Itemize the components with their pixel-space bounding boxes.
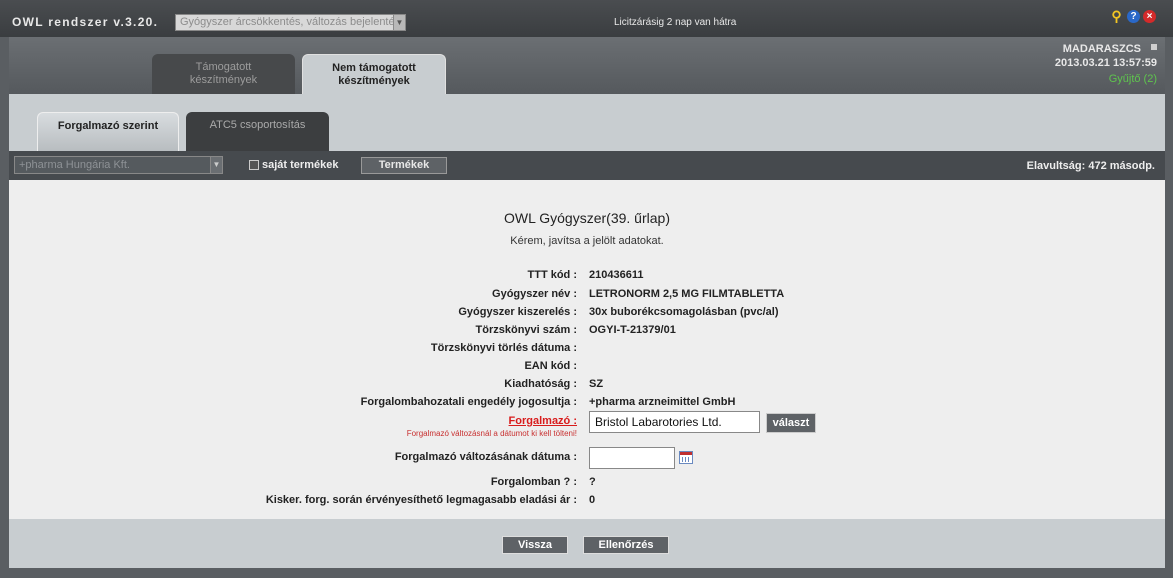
field-row-license-holder: Forgalombahozatali engedély jogosultja :… bbox=[9, 396, 1165, 414]
in-circulation-value: ? bbox=[589, 476, 596, 488]
drug-name-value: LETRONORM 2,5 MG FILMTABLETTA bbox=[589, 288, 785, 300]
field-row-registry-deletion: Törzskönyvi törlés dátuma : bbox=[9, 342, 1165, 360]
distributor-hint: Forgalmazó változásnál a dátumot ki kell… bbox=[406, 429, 577, 438]
registry-label: Törzskönyvi szám : bbox=[475, 324, 577, 336]
field-row-ean: EAN kód : bbox=[9, 360, 1165, 378]
form-title: OWL Gyógyszer(39. űrlap) bbox=[504, 210, 670, 226]
field-row-registry: Törzskönyvi szám : OGYI-T-21379/01 bbox=[9, 324, 1165, 342]
in-circulation-label: Forgalomban ? : bbox=[490, 476, 577, 488]
ean-label: EAN kód : bbox=[524, 360, 577, 372]
user-name: MADARASZCS bbox=[1062, 43, 1141, 55]
staleness-indicator: Elavultság: 472 másodp. bbox=[1026, 160, 1155, 172]
current-datetime: 2013.03.21 13:57:59 bbox=[1054, 57, 1157, 69]
tab-unsupported-products[interactable]: Nem támogatott készítmények bbox=[302, 54, 446, 94]
tab-unsupported-label: Nem támogatott készítmények bbox=[332, 62, 416, 87]
field-row-package: Gyógyszer kiszerelés : 30x buborékcsomag… bbox=[9, 306, 1165, 324]
chevron-down-icon[interactable]: ▼ bbox=[210, 157, 222, 173]
products-button[interactable]: Termékek bbox=[361, 157, 447, 174]
calendar-icon[interactable] bbox=[679, 451, 693, 464]
field-row-ttt: TTT kód : 210436611 bbox=[9, 269, 1165, 287]
help-icon[interactable]: ? bbox=[1127, 10, 1140, 23]
field-row-max-price: Kisker. forg. során érvényesíthető legma… bbox=[9, 494, 1165, 512]
form-panel: OWL Gyógyszer(39. űrlap) Kérem, javítsa … bbox=[9, 180, 1165, 519]
sub-navigation: Forgalmazó szerint ATC5 csoportosítás bbox=[9, 94, 1165, 151]
distributor-select[interactable]: +pharma Hungária Kft. ▼ bbox=[14, 156, 223, 174]
tab-atc5-grouping[interactable]: ATC5 csoportosítás bbox=[186, 112, 329, 151]
distributor-input[interactable] bbox=[589, 411, 760, 433]
main-navigation: Támogatott készítmények Nem támogatott k… bbox=[9, 37, 1165, 94]
tab-supported-label: Támogatott készítmények bbox=[189, 61, 258, 86]
dispensing-label: Kiadhatóság : bbox=[504, 378, 577, 390]
registry-value: OGYI-T-21379/01 bbox=[589, 324, 676, 336]
field-row-distributor: Forgalmazó : Forgalmazó változásnál a dá… bbox=[9, 411, 1165, 438]
license-holder-value: +pharma arzneimittel GmbH bbox=[589, 396, 736, 408]
title-bar: OWL rendszer v.3.20. Gyógyszer árcsökken… bbox=[0, 0, 1173, 37]
max-price-label: Kisker. forg. során érvényesíthető legma… bbox=[265, 494, 577, 506]
distributor-change-date-input[interactable] bbox=[589, 447, 675, 469]
check-button[interactable]: Ellenőrzés bbox=[583, 536, 669, 554]
form-footer: Vissza Ellenőrzés bbox=[9, 519, 1165, 568]
filter-bar: +pharma Hungária Kft. ▼ saját termékek T… bbox=[9, 151, 1165, 180]
deadline-notice: Licitzárásig 2 nap van hátra bbox=[614, 17, 737, 28]
module-select[interactable]: Gyógyszer árcsökkentés, változás bejelen… bbox=[175, 14, 406, 31]
tab-supported-products[interactable]: Támogatott készítmények bbox=[152, 54, 295, 94]
distributor-select-value: +pharma Hungária Kft. bbox=[19, 159, 130, 171]
drug-name-label: Gyógyszer név : bbox=[492, 288, 577, 300]
field-row-name: Gyógyszer név : LETRONORM 2,5 MG FILMTAB… bbox=[9, 288, 1165, 306]
own-products-checkbox[interactable] bbox=[249, 160, 259, 170]
module-select-value: Gyógyszer árcsökkentés, változás bejelen… bbox=[180, 16, 401, 28]
own-products-label[interactable]: saját termékek bbox=[262, 159, 338, 171]
chevron-down-icon[interactable]: ▼ bbox=[393, 15, 405, 30]
back-button[interactable]: Vissza bbox=[502, 536, 568, 554]
field-row-dispensing: Kiadhatóság : SZ bbox=[9, 378, 1165, 396]
key-icon[interactable]: ⚲ bbox=[1110, 9, 1123, 23]
tab-by-distributor[interactable]: Forgalmazó szerint bbox=[37, 112, 179, 151]
collector-link[interactable]: Gyűjtő (2) bbox=[1109, 73, 1157, 85]
package-label: Gyógyszer kiszerelés : bbox=[458, 306, 577, 318]
dispensing-value: SZ bbox=[589, 378, 604, 390]
field-row-distributor-change-date: Forgalmazó változásának dátuma : bbox=[9, 447, 1165, 469]
app-title: OWL rendszer v.3.20. bbox=[12, 15, 159, 29]
user-menu-icon[interactable] bbox=[1151, 44, 1157, 50]
license-holder-label: Forgalombahozatali engedély jogosultja : bbox=[360, 396, 577, 408]
max-price-value: 0 bbox=[589, 494, 596, 506]
registry-deletion-label: Törzskönyvi törlés dátuma : bbox=[430, 342, 577, 354]
distributor-change-date-label: Forgalmazó változásának dátuma : bbox=[394, 451, 577, 463]
choose-button[interactable]: választ bbox=[766, 413, 816, 433]
ttt-value: 210436611 bbox=[589, 269, 644, 281]
form-subtitle: Kérem, javítsa a jelölt adatokat. bbox=[510, 235, 664, 247]
field-row-in-circulation: Forgalomban ? : ? bbox=[9, 476, 1165, 494]
package-value: 30x buborékcsomagolásban (pvc/al) bbox=[589, 306, 779, 318]
close-icon[interactable]: × bbox=[1143, 10, 1156, 23]
ttt-label: TTT kód : bbox=[527, 269, 578, 281]
distributor-label: Forgalmazó : bbox=[508, 415, 577, 427]
